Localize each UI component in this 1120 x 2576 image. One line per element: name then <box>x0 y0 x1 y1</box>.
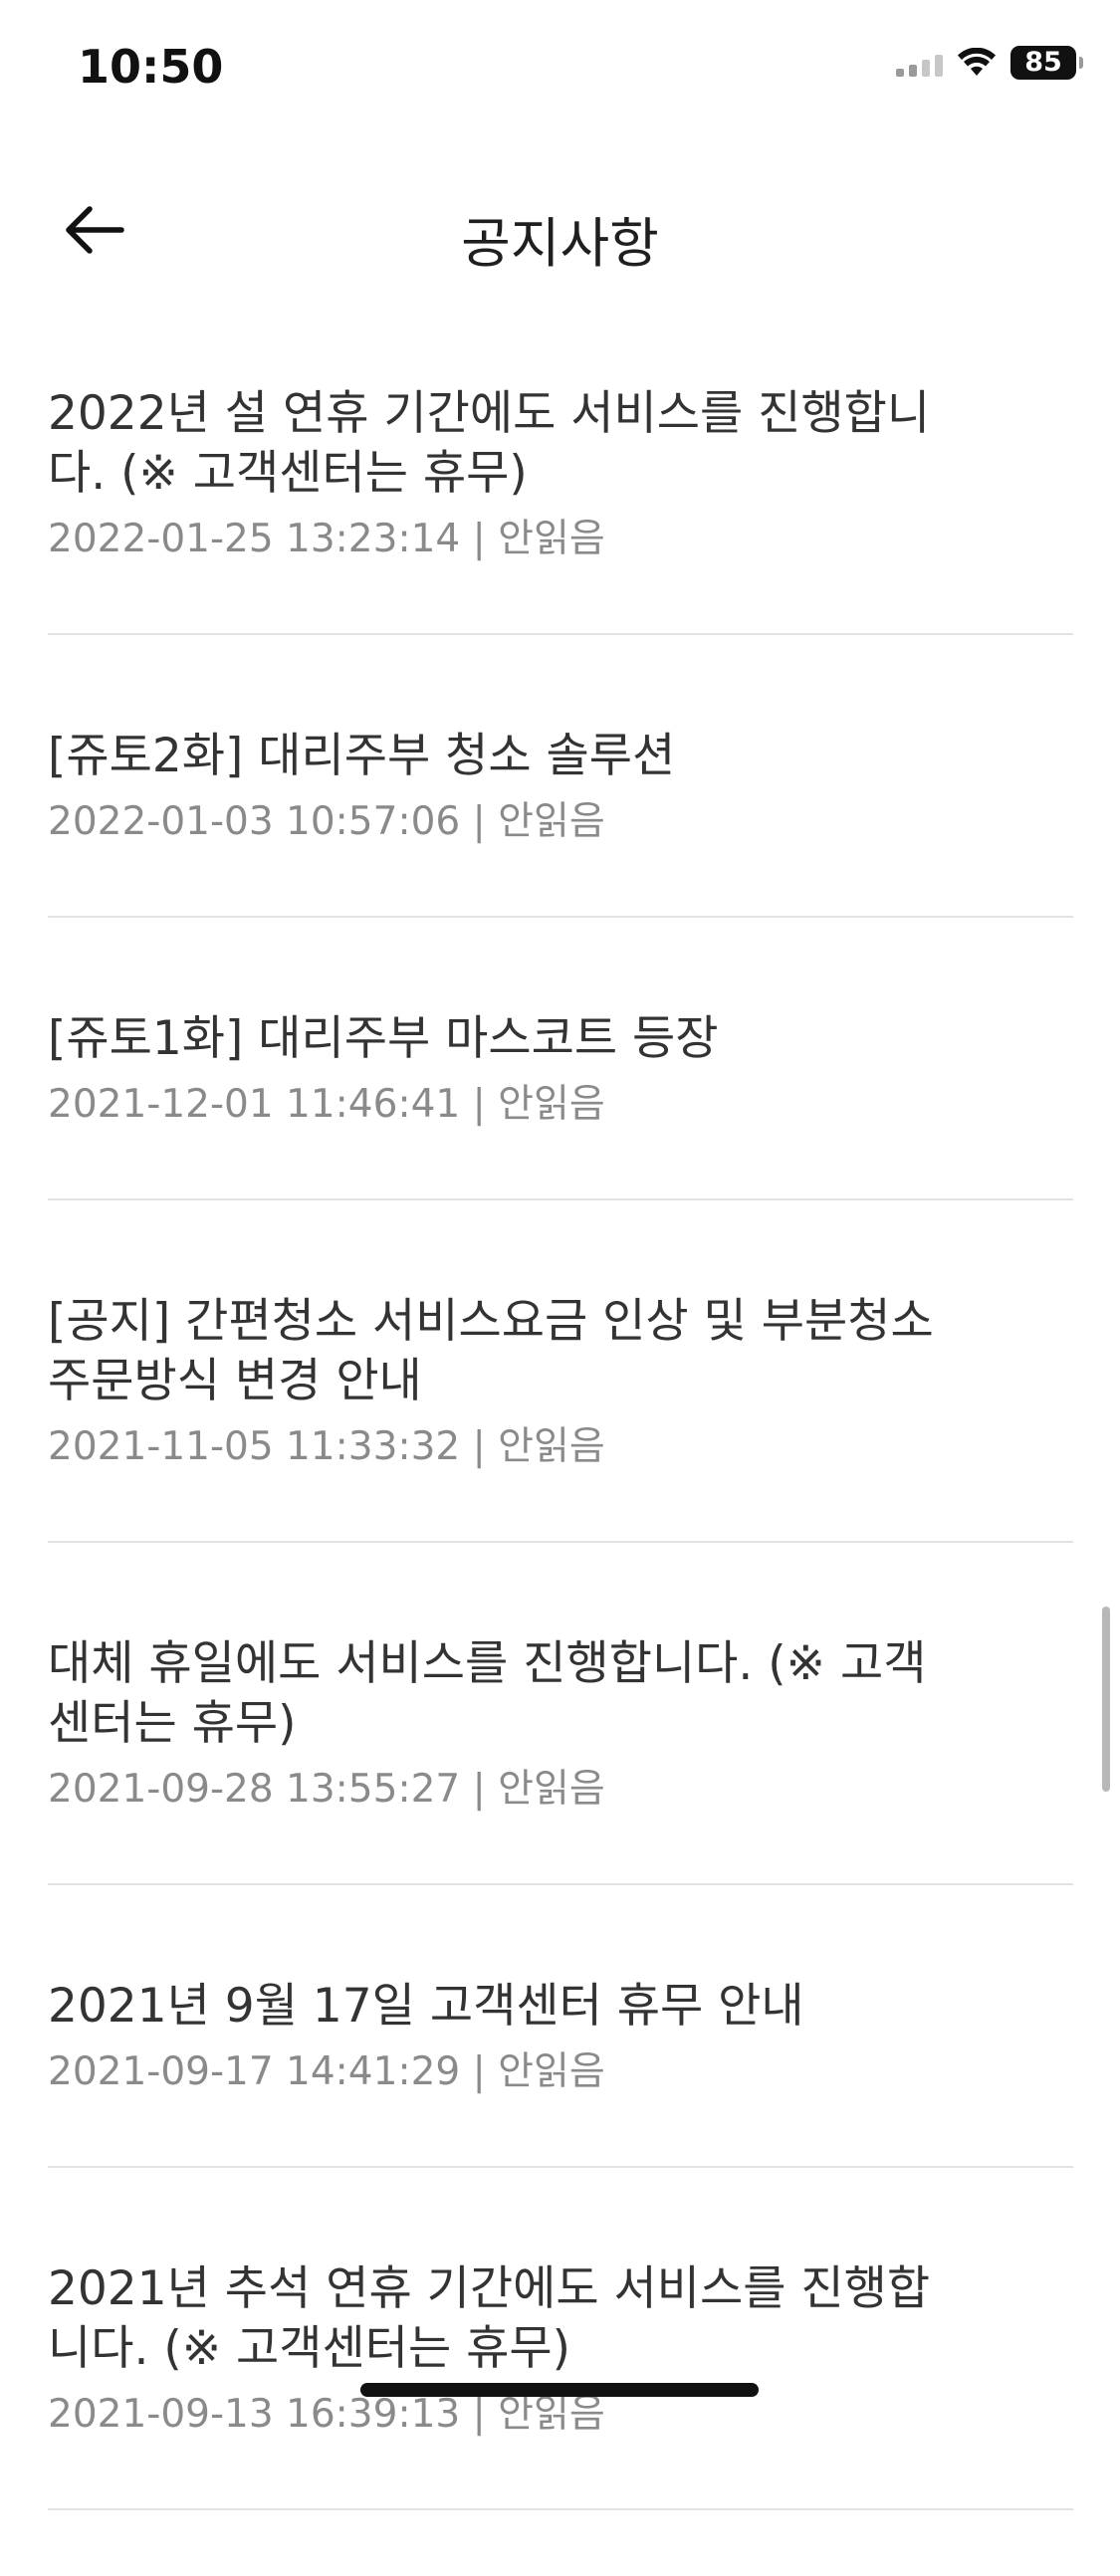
notice-date: 2021-09-28 13:55:27 <box>48 1767 461 1812</box>
notice-item[interactable]: [쥬토2화] 대리주부 청소 솔루션 2022-01-03 10:57:06 |… <box>48 701 1073 918</box>
home-indicator[interactable] <box>360 2383 759 2397</box>
meta-separator: | <box>460 2049 499 2094</box>
notice-read-status: 안읽음 <box>498 2049 605 2094</box>
status-time: 10:50 <box>78 40 224 94</box>
battery-icon: 85 <box>1010 46 1083 80</box>
cellular-signal-icon <box>896 49 943 77</box>
notice-meta: 2021-09-28 13:55:27 | 안읽음 <box>48 1762 1073 1818</box>
notice-item[interactable]: 2021년 9월 17일 고객센터 휴무 안내 2021-09-17 14:41… <box>48 1951 1073 2168</box>
status-bar: 10:50 85 <box>0 0 1120 139</box>
notice-item[interactable]: [쥬토1화] 대리주부 마스코트 등장 2021-12-01 11:46:41 … <box>48 983 1073 1200</box>
notice-item[interactable]: 대체 휴일에도 서비스를 진행합니다. (※ 고객센터는 휴무) 2021-09… <box>48 1609 1073 1885</box>
meta-separator: | <box>460 517 499 561</box>
meta-separator: | <box>460 1767 499 1812</box>
wifi-icon <box>958 48 996 76</box>
page-title: 공지사항 <box>461 212 659 275</box>
notice-title: [쥬토1화] 대리주부 마스코트 등장 <box>48 1011 719 1066</box>
notice-date: 2021-12-01 11:46:41 <box>48 1082 461 1127</box>
notice-title: 2021년 추석 연휴 기간에도 서비스를 진행합니다. (※ 고객센터는 휴무… <box>48 2261 931 2376</box>
notice-date: 2022-01-03 10:57:06 <box>48 799 461 844</box>
notice-list: 2022년 설 연휴 기간에도 서비스를 진행합니다. (※ 고객센터는 휴무)… <box>48 358 1073 2576</box>
notice-read-status: 안읽음 <box>498 517 605 561</box>
scrollbar[interactable] <box>1102 1607 1110 1792</box>
notice-read-status: 안읽음 <box>498 799 605 844</box>
navigation-bar: 공지사항 <box>0 169 1120 289</box>
notice-date: 2021-11-05 11:33:32 <box>48 1424 461 1469</box>
meta-separator: | <box>460 1082 499 1127</box>
notice-date: 2022-01-25 13:23:14 <box>48 517 461 561</box>
meta-separator: | <box>460 799 499 844</box>
notice-read-status: 안읽음 <box>498 1082 605 1127</box>
notice-title: 2022년 설 연휴 기간에도 서비스를 진행합니다. (※ 고객센터는 휴무) <box>48 386 931 501</box>
meta-separator: | <box>460 2392 499 2437</box>
notice-read-status: 안읽음 <box>498 2392 605 2437</box>
notice-meta: 2022-01-03 10:57:06 | 안읽음 <box>48 794 1073 850</box>
notice-title: 2021년 9월 17일 고객센터 휴무 안내 <box>48 1979 804 2034</box>
notice-meta: 2021-12-01 11:46:41 | 안읽음 <box>48 1077 1073 1133</box>
notice-date: 2021-09-17 14:41:29 <box>48 2049 461 2094</box>
notice-title: [공지] 간편청소 서비스요금 인상 및 부분청소 주문방식 변경 안내 <box>48 1294 934 1408</box>
notice-read-status: 안읽음 <box>498 1424 605 1469</box>
meta-separator: | <box>460 1424 499 1469</box>
notice-meta: 2021-11-05 11:33:32 | 안읽음 <box>48 1419 1073 1475</box>
notice-title: [쥬토2화] 대리주부 청소 솔루션 <box>48 729 676 783</box>
notice-item[interactable]: 2021년 추석 연휴 기간에도 서비스를 진행합니다. (※ 고객센터는 휴무… <box>48 2234 1073 2510</box>
notice-read-status: 안읽음 <box>498 1767 605 1812</box>
notice-title: 대체 휴일에도 서비스를 진행합니다. (※ 고객센터는 휴무) <box>48 1636 927 1751</box>
notice-date: 2021-09-13 16:39:13 <box>48 2392 461 2437</box>
notice-meta: 2022-01-25 13:23:14 | 안읽음 <box>48 512 1073 567</box>
notice-item[interactable]: 2022년 설 연휴 기간에도 서비스를 진행합니다. (※ 고객센터는 휴무)… <box>48 358 1073 635</box>
notice-meta: 2021-09-17 14:41:29 | 안읽음 <box>48 2044 1073 2100</box>
notice-item[interactable]: [공지] 간편청소 서비스요금 인상 및 부분청소 주문방식 변경 안내 202… <box>48 1266 1073 1543</box>
status-icons: 85 <box>896 46 1083 80</box>
